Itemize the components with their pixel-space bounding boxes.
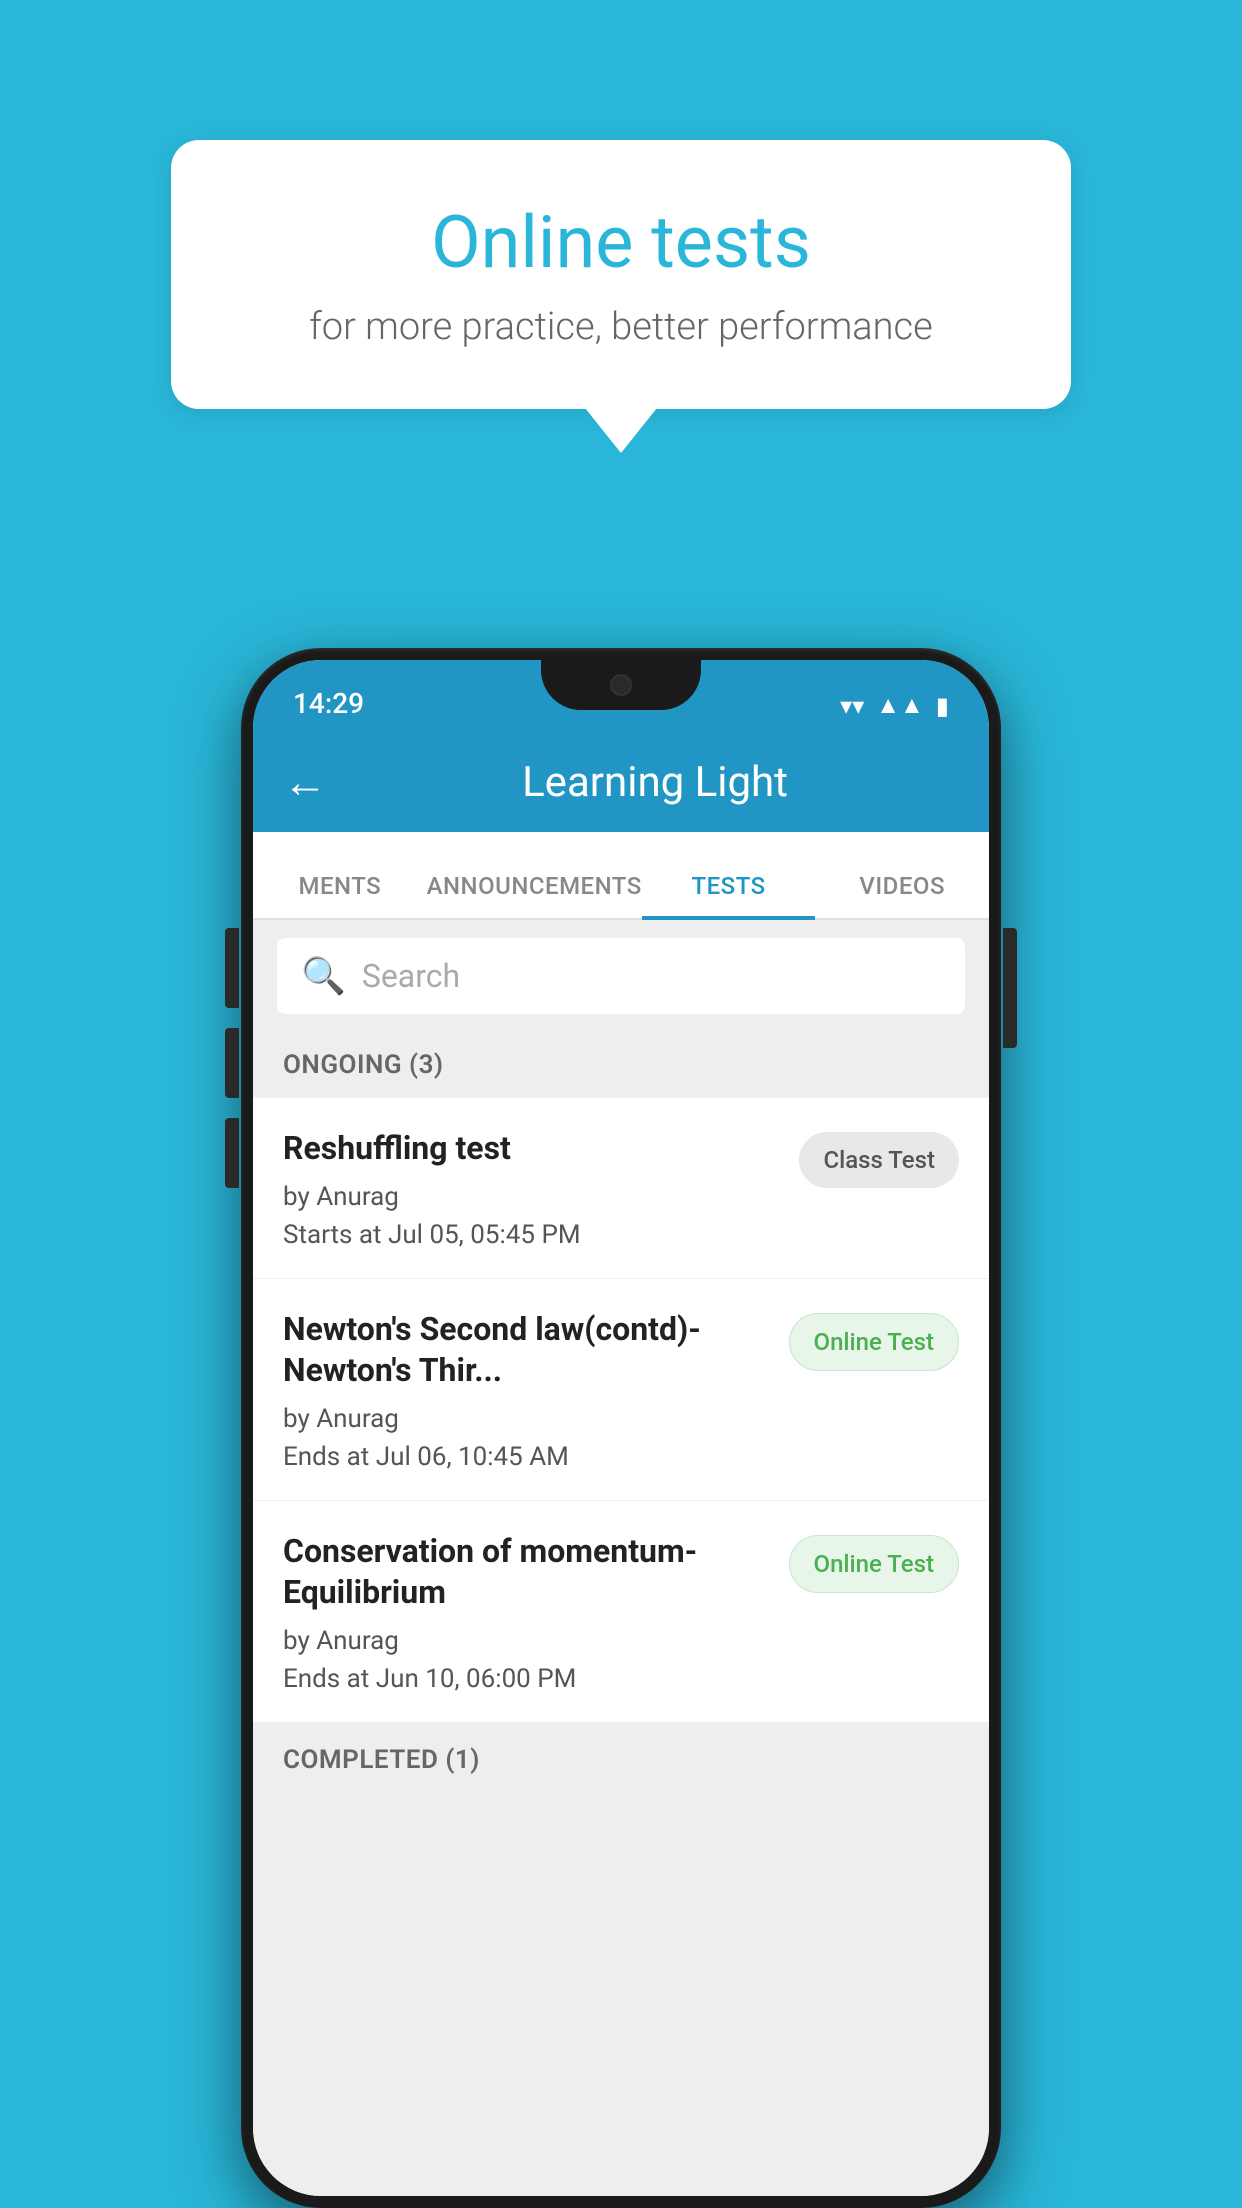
search-input-wrapper[interactable]: 🔍 Search	[277, 938, 965, 1014]
speech-bubble: Online tests for more practice, better p…	[171, 140, 1071, 409]
ongoing-title: ONGOING (3)	[283, 1050, 444, 1080]
bubble-subtitle: for more practice, better performance	[241, 305, 1001, 349]
camera-dot	[610, 674, 632, 696]
phone-outer: 14:29 ▾▾ ▲▲ ▮ ← Learning Light MENTS ANN…	[241, 648, 1001, 2208]
search-icon: 🔍	[301, 955, 346, 997]
signal-icon: ▲▲	[876, 691, 924, 720]
test-name: Newton's Second law(contd)-Newton's Thir…	[283, 1309, 769, 1392]
test-info: Reshuffling test by Anurag Starts at Jul…	[283, 1128, 779, 1250]
test-name: Reshuffling test	[283, 1128, 779, 1170]
speech-bubble-container: Online tests for more practice, better p…	[171, 140, 1071, 409]
test-date: Ends at Jun 10, 06:00 PM	[283, 1664, 769, 1694]
volume-up-button	[225, 1028, 239, 1098]
app-title: Learning Light	[351, 758, 959, 807]
screen-content: 🔍 Search ONGOING (3) Reshuffling test by…	[253, 920, 989, 2196]
tab-tests[interactable]: TESTS	[642, 872, 816, 918]
completed-title: COMPLETED (1)	[283, 1745, 480, 1775]
tab-announcements[interactable]: ANNOUNCEMENTS	[427, 872, 642, 918]
tabs-container: MENTS ANNOUNCEMENTS TESTS VIDEOS	[253, 832, 989, 920]
phone-screen: 14:29 ▾▾ ▲▲ ▮ ← Learning Light MENTS ANN…	[253, 660, 989, 2196]
test-author: by Anurag	[283, 1626, 769, 1656]
test-date: Starts at Jul 05, 05:45 PM	[283, 1220, 779, 1250]
test-author: by Anurag	[283, 1182, 779, 1212]
search-placeholder: Search	[362, 957, 460, 995]
tab-ments[interactable]: MENTS	[253, 872, 427, 918]
test-badge-class: Class Test	[799, 1132, 959, 1188]
test-name: Conservation of momentum-Equilibrium	[283, 1531, 769, 1614]
tab-videos[interactable]: VIDEOS	[815, 872, 989, 918]
back-button[interactable]: ←	[283, 756, 327, 808]
test-date: Ends at Jul 06, 10:45 AM	[283, 1442, 769, 1472]
test-badge-online-2: Online Test	[789, 1535, 959, 1593]
phone-container: 14:29 ▾▾ ▲▲ ▮ ← Learning Light MENTS ANN…	[241, 648, 1001, 2208]
battery-icon: ▮	[936, 692, 949, 720]
wifi-icon: ▾▾	[840, 692, 864, 720]
completed-section-header: COMPLETED (1)	[253, 1727, 989, 1793]
phone-notch	[541, 660, 701, 710]
test-item[interactable]: Newton's Second law(contd)-Newton's Thir…	[253, 1279, 989, 1501]
test-info: Conservation of momentum-Equilibrium by …	[283, 1531, 769, 1694]
test-list: Reshuffling test by Anurag Starts at Jul…	[253, 1098, 989, 1723]
test-item[interactable]: Reshuffling test by Anurag Starts at Jul…	[253, 1098, 989, 1279]
status-time: 14:29	[293, 687, 364, 720]
test-author: by Anurag	[283, 1404, 769, 1434]
volume-down-button	[225, 1118, 239, 1188]
app-bar: ← Learning Light	[253, 732, 989, 832]
status-icons: ▾▾ ▲▲ ▮	[840, 691, 949, 720]
test-item[interactable]: Conservation of momentum-Equilibrium by …	[253, 1501, 989, 1723]
search-container: 🔍 Search	[253, 920, 989, 1032]
ongoing-section-header: ONGOING (3)	[253, 1032, 989, 1098]
test-info: Newton's Second law(contd)-Newton's Thir…	[283, 1309, 769, 1472]
bubble-title: Online tests	[241, 200, 1001, 285]
test-badge-online: Online Test	[789, 1313, 959, 1371]
